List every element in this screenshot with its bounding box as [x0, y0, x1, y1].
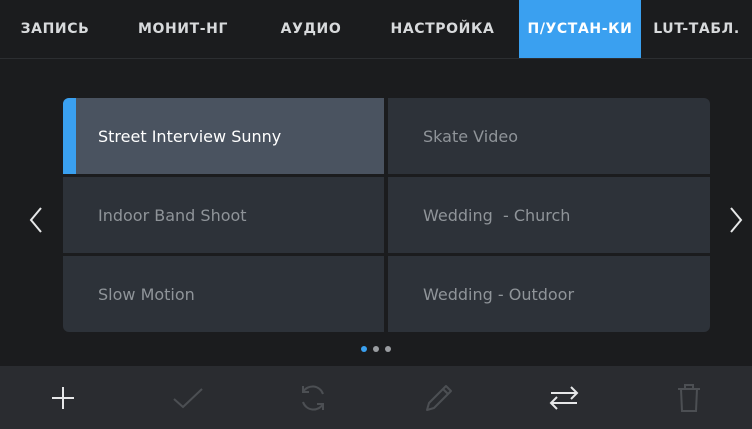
- preset-item[interactable]: Wedding - Church: [388, 177, 710, 253]
- preset-item[interactable]: Skate Video: [388, 98, 710, 174]
- preset-grid: Street Interview Sunny Skate Video Indoo…: [63, 98, 710, 332]
- trash-icon: [678, 383, 701, 412]
- tab-bar: ЗАПИСЬ МОНИТ-НГ АУДИО НАСТРОЙКА П/УСТАН-…: [0, 0, 752, 59]
- previous-page-button[interactable]: [26, 204, 46, 236]
- plus-icon: [51, 386, 74, 409]
- camera-presets-screen: ЗАПИСЬ МОНИТ-НГ АУДИО НАСТРОЙКА П/УСТАН-…: [0, 0, 752, 429]
- tab-luts[interactable]: LUT-ТАБЛ.: [641, 0, 752, 58]
- tab-presets[interactable]: П/УСТАН-КИ: [519, 0, 641, 58]
- page-indicator: [0, 346, 752, 352]
- preset-label: Slow Motion: [98, 284, 195, 304]
- selection-indicator: [63, 98, 76, 174]
- tab-record[interactable]: ЗАПИСЬ: [0, 0, 110, 58]
- preset-label: Street Interview Sunny: [98, 126, 282, 146]
- refresh-icon: [302, 385, 325, 410]
- chevron-left-icon: [29, 207, 42, 233]
- preset-label: Indoor Band Shoot: [98, 205, 247, 225]
- import-export-button[interactable]: [501, 366, 626, 429]
- presets-panel: Street Interview Sunny Skate Video Indoo…: [0, 59, 752, 365]
- page-dot[interactable]: [373, 346, 379, 352]
- preset-label: Skate Video: [423, 126, 518, 146]
- preset-item-selected[interactable]: Street Interview Sunny: [63, 98, 384, 174]
- add-preset-button[interactable]: [0, 366, 125, 429]
- pencil-icon: [425, 384, 452, 411]
- tab-monitor[interactable]: МОНИТ-НГ: [110, 0, 256, 58]
- next-page-button[interactable]: [726, 204, 746, 236]
- delete-preset-button[interactable]: [626, 366, 751, 429]
- update-preset-button[interactable]: [251, 366, 376, 429]
- bottom-toolbar: [0, 366, 752, 429]
- swap-arrows-icon: [549, 385, 579, 410]
- page-dot-active[interactable]: [361, 346, 367, 352]
- preset-item[interactable]: Slow Motion: [63, 256, 384, 332]
- tab-audio[interactable]: АУДИО: [256, 0, 366, 58]
- preset-item[interactable]: Indoor Band Shoot: [63, 177, 384, 253]
- load-preset-button[interactable]: [125, 366, 250, 429]
- preset-label: Wedding - Church: [423, 205, 571, 225]
- tab-setup[interactable]: НАСТРОЙКА: [366, 0, 519, 58]
- page-dot[interactable]: [385, 346, 391, 352]
- chevron-right-icon: [730, 207, 743, 233]
- preset-item[interactable]: Wedding - Outdoor: [388, 256, 710, 332]
- check-icon: [173, 387, 203, 408]
- rename-preset-button[interactable]: [376, 366, 501, 429]
- preset-label: Wedding - Outdoor: [423, 284, 575, 304]
